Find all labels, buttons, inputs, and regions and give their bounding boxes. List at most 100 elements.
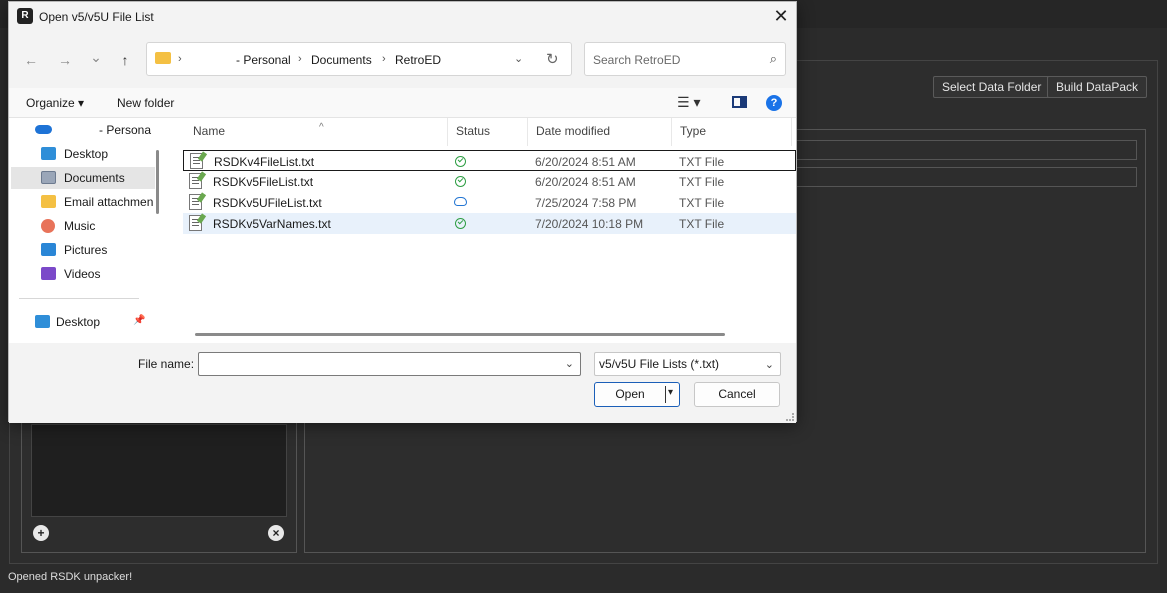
path-field-2[interactable] (796, 167, 1137, 187)
nav-item-label: Videos (64, 267, 101, 281)
file-type: TXT File (679, 217, 725, 231)
file-name: RSDKv5FileList.txt (213, 175, 314, 189)
nav-item-label: Documents (64, 171, 125, 185)
breadcrumb-personal[interactable]: - Personal (236, 53, 291, 67)
file-date: 7/20/2024 10:18 PM (535, 217, 644, 231)
file-list-box[interactable] (31, 424, 287, 517)
file-date: 6/20/2024 8:51 AM (535, 155, 636, 169)
chevron-down-icon[interactable]: ⌄ (565, 357, 574, 370)
search-icon[interactable]: ⌕ (770, 51, 777, 67)
nav-item-desktop[interactable]: Desktop (11, 143, 155, 165)
file-row[interactable]: RSDKv5VarNames.txt 7/20/2024 10:18 PM TX… (183, 213, 796, 234)
pictures-icon (41, 243, 56, 256)
column-header-type[interactable]: Type (672, 118, 792, 146)
build-datapack-button[interactable]: Build DataPack (1047, 76, 1148, 98)
add-icon[interactable]: + (33, 525, 49, 541)
file-type-select[interactable]: v5/v5U File Lists (*.txt) ⌄ (594, 352, 781, 376)
synced-status-icon (455, 156, 466, 167)
help-icon[interactable]: ? (766, 95, 782, 111)
back-arrow-icon[interactable]: ← (21, 50, 41, 70)
column-header-status[interactable]: Status (448, 118, 528, 146)
file-row[interactable]: RSDKv4FileList.txt 6/20/2024 8:51 AM TXT… (183, 150, 796, 171)
chevron-down-icon[interactable]: ⌄ (514, 52, 523, 65)
open-dropdown-icon[interactable]: ▾ (668, 387, 673, 398)
column-label: Name (193, 124, 226, 138)
nav-item-pictures[interactable]: Pictures (11, 239, 155, 261)
dialog-footer: File name: ⌄ v5/v5U File Lists (*.txt) ⌄… (9, 343, 796, 423)
nav-item-onedrive[interactable]: - Persona (11, 119, 155, 141)
text-file-icon (189, 194, 202, 210)
synced-status-icon (455, 176, 466, 187)
app-status-text: Opened RSDK unpacker! (8, 571, 133, 583)
chevron-right-icon[interactable]: › (178, 53, 182, 65)
text-file-icon (189, 173, 202, 189)
desktop-icon (35, 315, 50, 328)
forward-arrow-icon[interactable]: → (55, 50, 75, 70)
videos-icon (41, 267, 56, 280)
chevron-down-icon[interactable]: ⌄ (765, 354, 774, 376)
open-button[interactable]: Open ▾ (594, 382, 680, 407)
synced-status-icon (455, 218, 466, 229)
up-arrow-icon[interactable]: ↑ (115, 50, 135, 70)
file-list: Name ^ Status Date modified Type S RSDKv… (171, 118, 796, 343)
recent-locations-chevron-icon[interactable]: ⌄ (86, 47, 106, 67)
nav-pane-scrollbar[interactable] (156, 150, 159, 214)
breadcrumb-retroed[interactable]: RetroED (395, 53, 441, 67)
file-name-input[interactable]: ⌄ (198, 352, 581, 376)
close-button[interactable]: ✕ (766, 2, 796, 32)
file-row[interactable]: RSDKv5UFileList.txt 7/25/2024 7:58 PM TX… (183, 192, 796, 213)
music-icon (41, 219, 55, 233)
nav-item-label: Email attachmen (64, 195, 154, 209)
address-bar[interactable]: › - Personal › Documents › RetroED ⌄ ↻ (146, 42, 572, 76)
breadcrumb-documents[interactable]: Documents (311, 53, 372, 67)
nav-item-label: Pictures (64, 243, 108, 257)
search-input[interactable]: Search RetroED (593, 53, 680, 67)
documents-icon (41, 171, 56, 184)
file-name: RSDKv5UFileList.txt (213, 196, 322, 210)
column-header-size[interactable]: S (792, 118, 796, 146)
preview-pane-icon[interactable] (732, 96, 747, 108)
path-field-1[interactable] (796, 140, 1137, 160)
nav-item-documents[interactable]: Documents (11, 167, 155, 189)
pin-icon[interactable]: 📌 (133, 315, 145, 326)
command-bar: Organize ▾ New folder ☰ ▾ ? (9, 88, 796, 118)
nav-item-videos[interactable]: Videos (11, 263, 155, 285)
folder-icon (41, 195, 56, 208)
cloud-status-icon (454, 197, 467, 206)
new-folder-button[interactable]: New folder (117, 96, 174, 110)
file-row[interactable]: RSDKv5FileList.txt 6/20/2024 8:51 AM TXT… (183, 171, 796, 192)
desktop-icon (41, 147, 56, 160)
dialog-title: Open v5/v5U File List (39, 10, 154, 24)
cloud-icon (35, 125, 52, 134)
nav-item-email-attachments[interactable]: Email attachmen (11, 191, 155, 213)
dialog-titlebar[interactable]: R Open v5/v5U File List ✕ (9, 2, 796, 32)
horizontal-scrollbar[interactable] (195, 333, 725, 336)
remove-icon[interactable]: × (268, 525, 284, 541)
select-data-folder-button[interactable]: Select Data Folder (933, 76, 1051, 98)
nav-item-label: Music (64, 219, 96, 233)
sort-ascending-icon: ^ (319, 122, 324, 133)
chevron-right-icon[interactable]: › (298, 53, 302, 65)
open-button-label: Open (615, 387, 645, 401)
file-name-label: File name: (138, 357, 195, 371)
search-box[interactable]: Search RetroED ⌕ (584, 42, 786, 76)
refresh-icon[interactable]: ↻ (546, 50, 559, 68)
file-date: 6/20/2024 8:51 AM (535, 175, 636, 189)
nav-item-music[interactable]: Music (11, 215, 155, 237)
nav-item-label: - Persona (99, 123, 152, 137)
organize-menu[interactable]: Organize ▾ (26, 96, 84, 110)
column-header-name[interactable]: Name ^ (185, 118, 448, 146)
chevron-right-icon[interactable]: › (382, 53, 386, 65)
resize-grip-icon[interactable] (786, 413, 794, 421)
nav-item-label: Desktop (56, 315, 101, 329)
navigation-pane: - Persona Desktop Documents Email attach… (9, 118, 157, 343)
nav-item-label: Desktop (64, 147, 109, 161)
file-name: RSDKv5VarNames.txt (213, 217, 331, 231)
navigation-bar: ← → ⌄ ↑ › - Personal › Documents › Retro… (9, 32, 796, 88)
column-header-date-modified[interactable]: Date modified (528, 118, 672, 146)
cancel-button[interactable]: Cancel (694, 382, 780, 407)
nav-item-pinned-desktop[interactable]: Desktop 📌 (11, 311, 155, 333)
open-file-dialog: R Open v5/v5U File List ✕ ← → ⌄ ↑ › - Pe… (8, 1, 797, 423)
file-date: 7/25/2024 7:58 PM (535, 196, 637, 210)
view-options-icon[interactable]: ☰ ▾ (677, 94, 700, 111)
